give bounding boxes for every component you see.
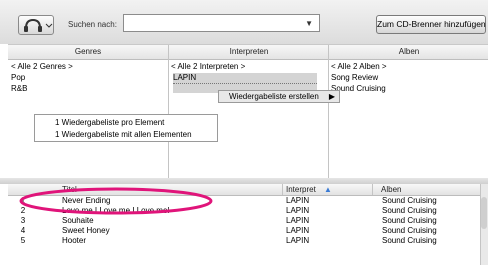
view-options-button[interactable] [18,15,54,35]
albums-list: < Alle 2 Alben > Song Review Sound Cruis… [328,59,488,179]
table-row[interactable]: 4 Sweet Honey LAPIN Sound Cruising [8,226,480,236]
create-playlist-menu-item[interactable]: Wiedergabeliste erstellen [229,92,319,101]
playlist-per-item-option[interactable]: 1 Wiedergabeliste pro Element [55,118,164,127]
playlist-submenu: 1 Wiedergabeliste pro Element 1 Wiederga… [34,114,218,142]
submenu-arrow-icon: ▶ [328,92,335,101]
track-album: Sound Cruising [382,236,437,245]
track-number: 3 [20,216,26,225]
artist-column-label: Interpret [286,185,316,194]
track-artist: LAPIN [286,226,310,235]
album-item[interactable]: Song Review [331,73,378,83]
track-album: Sound Cruising [382,206,437,215]
add-to-cd-burner-button[interactable]: Zum CD-Brenner hinzufügen [376,15,486,34]
table-row[interactable]: 5 Hooter LAPIN Sound Cruising [8,236,480,246]
table-row-partial[interactable] [8,246,480,265]
artists-header[interactable]: Interpreten [168,45,329,60]
track-artist: LAPIN [286,216,310,225]
artist-item[interactable]: < Alle 2 Interpreten > [171,62,245,72]
genres-header[interactable]: Genres [8,45,168,60]
track-album: Sound Cruising [382,196,437,205]
search-input[interactable]: ▼ [123,14,320,32]
search-label: Suchen nach: [68,20,117,29]
track-number: 4 [20,226,26,235]
track-artist: LAPIN [286,236,310,245]
track-artist: LAPIN [286,196,310,205]
sort-ascending-icon: ▲ [324,185,332,194]
genre-item[interactable]: R&B [11,84,27,94]
scrollbar-thumb[interactable] [481,197,487,229]
headphones-icon [24,18,53,32]
track-artist: LAPIN [286,206,310,215]
artist-item-selected[interactable]: LAPIN [173,73,317,83]
highlight-circle-annotation [19,187,213,215]
track-title: Sweet Honey [62,226,110,235]
album-column-header[interactable]: Alben [372,184,481,195]
track-album: Sound Cruising [382,226,437,235]
track-album: Sound Cruising [382,216,437,225]
albums-header[interactable]: Alben [328,45,488,60]
dropdown-arrow-icon[interactable]: ▼ [305,19,313,28]
track-number: 5 [20,236,26,245]
genre-item[interactable]: < Alle 2 Genres > [11,62,73,72]
context-menu: Wiedergabeliste erstellen ▶ [218,90,340,103]
track-title: Hooter [62,236,87,245]
album-item[interactable]: < Alle 2 Alben > [331,62,387,72]
table-row[interactable]: 3 Souhaite LAPIN Sound Cruising [8,216,480,226]
playlist-all-items-option[interactable]: 1 Wiedergabeliste mit allen Elementen [55,130,192,139]
track-title: Souhaite [62,216,94,225]
genre-item[interactable]: Pop [11,73,25,83]
artist-column-header[interactable]: Interpret ▲ [282,184,374,195]
column-browser: Genres Interpreten Alben < Alle 2 Genres… [8,44,488,179]
